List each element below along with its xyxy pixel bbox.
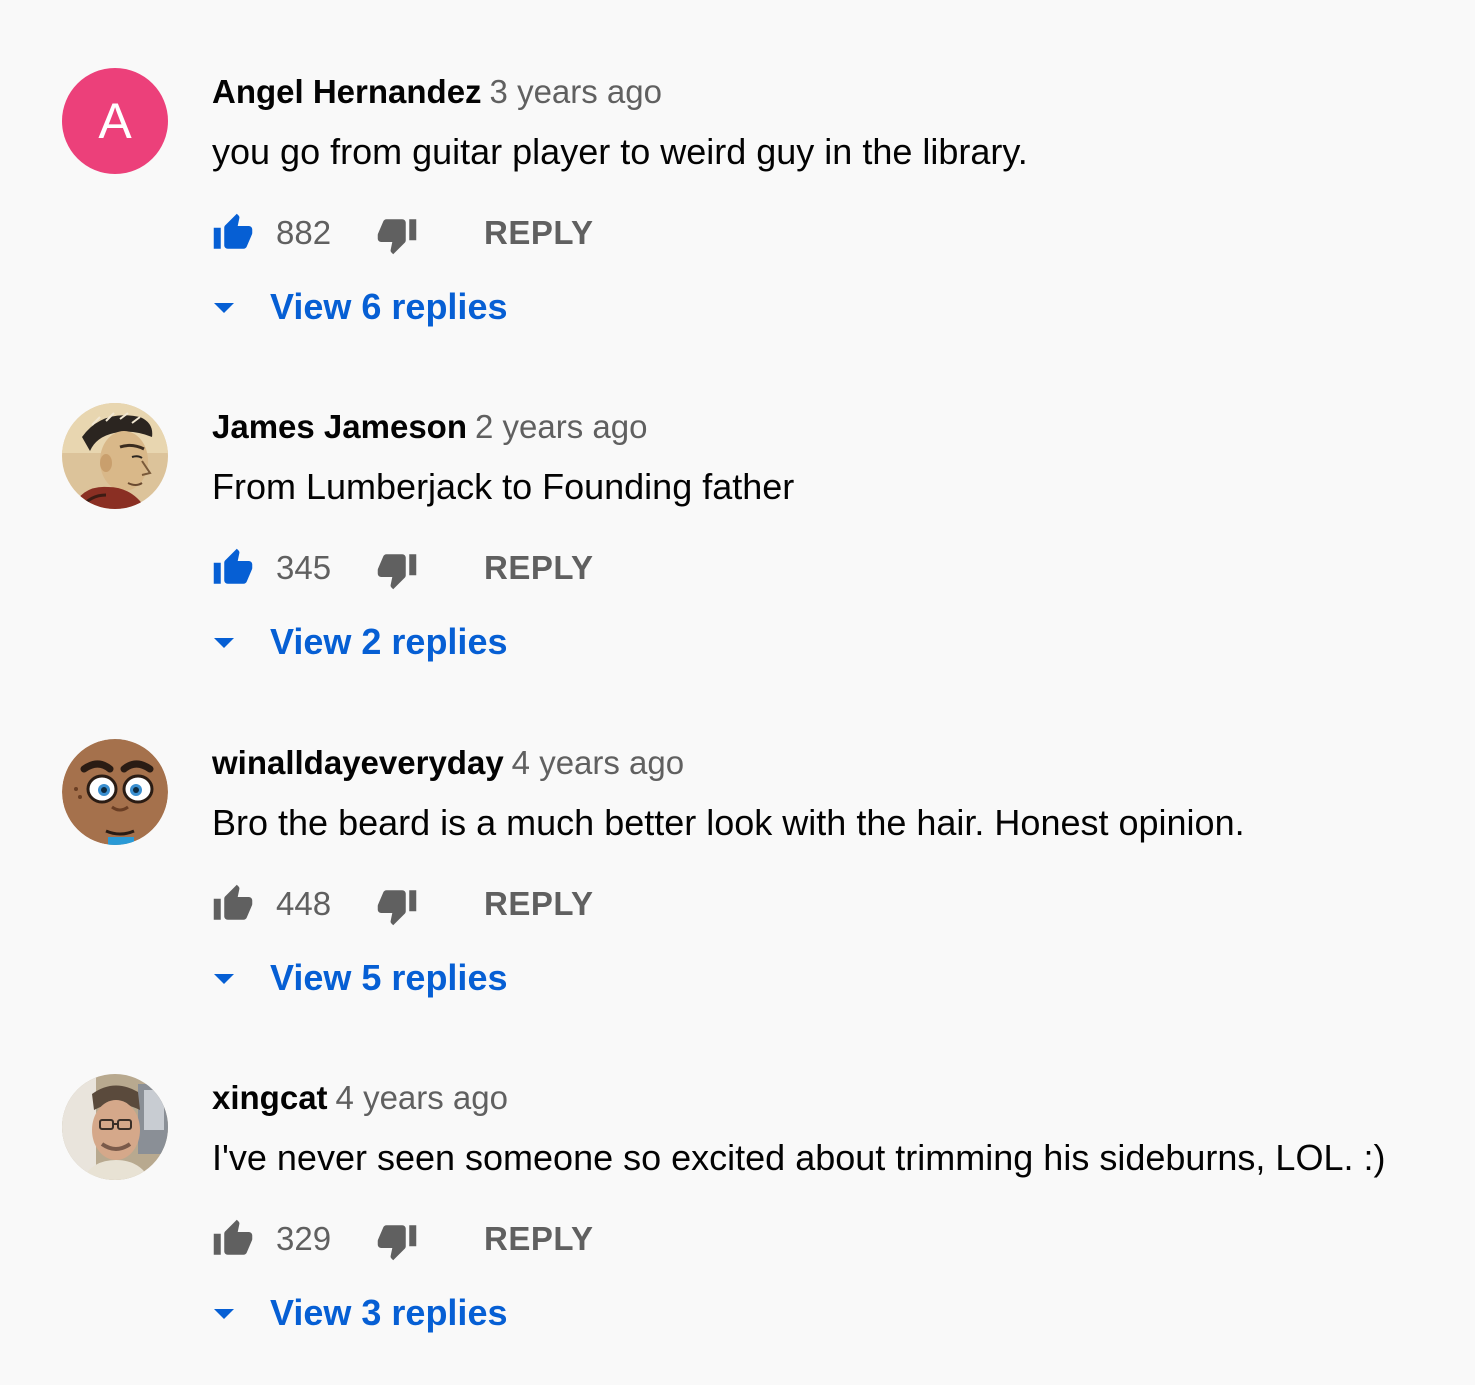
comment-author[interactable]: winalldayeveryday: [212, 744, 504, 781]
caret-down-icon: [214, 974, 234, 984]
view-replies-label: View 2 replies: [270, 621, 508, 662]
comment-header: James Jameson 2 years ago: [212, 405, 647, 449]
avatar[interactable]: [62, 403, 168, 509]
like-button[interactable]: [212, 212, 254, 254]
thumbs-up-icon: [213, 213, 253, 249]
like-button[interactable]: [212, 883, 254, 925]
avatar[interactable]: [62, 739, 168, 845]
like-button[interactable]: [212, 1218, 254, 1260]
dislike-button[interactable]: [376, 885, 418, 927]
comment-thread: winalldayeveryday 4 years ago Bro the bea…: [0, 671, 1475, 1006]
view-replies-label: View 3 replies: [270, 1292, 508, 1333]
reply-button[interactable]: REPLY: [484, 545, 594, 591]
comment-timestamp[interactable]: 4 years ago: [512, 744, 684, 781]
comment-header: xingcat 4 years ago: [212, 1076, 508, 1120]
photo-avatar-icon: [62, 1074, 168, 1180]
comment-author[interactable]: Angel Hernandez: [212, 73, 482, 110]
comment-text: you go from guitar player to weird guy i…: [212, 131, 1028, 172]
avatar[interactable]: A: [62, 68, 168, 174]
dislike-button[interactable]: [376, 1220, 418, 1262]
view-replies-button[interactable]: View 5 replies: [212, 953, 612, 1003]
comment-thread: James Jameson 2 years ago From Lumberjack…: [0, 335, 1475, 670]
comment-text: Bro the beard is a much better look with…: [212, 802, 1245, 843]
view-replies-label: View 6 replies: [270, 286, 508, 327]
comment-header: Angel Hernandez 3 years ago: [212, 70, 662, 114]
avatar-letter: A: [98, 93, 132, 149]
like-count: 882: [276, 214, 332, 251]
comment-timestamp[interactable]: 2 years ago: [475, 408, 647, 445]
view-replies-label: View 5 replies: [270, 957, 508, 998]
like-count: 345: [276, 549, 332, 586]
view-replies-button[interactable]: View 3 replies: [212, 1288, 612, 1338]
dislike-button[interactable]: [376, 214, 418, 256]
reply-button[interactable]: REPLY: [484, 881, 594, 927]
comment-action-bar: 448 REPLY: [212, 881, 812, 927]
reply-button[interactable]: REPLY: [484, 1216, 594, 1262]
thumbs-up-icon: [213, 548, 253, 584]
illustrated-profile-avatar-icon: [62, 403, 168, 509]
comment-timestamp[interactable]: 3 years ago: [490, 73, 662, 110]
thumbs-down-icon: [377, 890, 417, 926]
cartoon-face-avatar-icon: [62, 739, 168, 845]
comment-thread: A Angel Hernandez 3 years ago you go from…: [0, 0, 1475, 335]
comment-author[interactable]: James Jameson: [212, 408, 467, 445]
comment-author[interactable]: xingcat: [212, 1079, 328, 1116]
like-count: 448: [276, 885, 332, 922]
thumbs-down-icon: [377, 219, 417, 255]
comment-thread: xingcat 4 years ago I've never seen someo…: [0, 1006, 1475, 1341]
reply-button[interactable]: REPLY: [484, 210, 594, 256]
view-replies-button[interactable]: View 6 replies: [212, 282, 612, 332]
comment-text: I've never seen someone so excited about…: [212, 1137, 1386, 1178]
caret-down-icon: [214, 303, 234, 313]
like-count: 329: [276, 1220, 332, 1257]
thumbs-up-icon: [213, 884, 253, 920]
comment-action-bar: 345 REPLY: [212, 545, 812, 591]
comment-timestamp[interactable]: 4 years ago: [336, 1079, 508, 1116]
like-button[interactable]: [212, 547, 254, 589]
caret-down-icon: [214, 638, 234, 648]
thumbs-down-icon: [377, 554, 417, 590]
avatar[interactable]: [62, 1074, 168, 1180]
comment-header: winalldayeveryday 4 years ago: [212, 741, 684, 785]
comment-text: From Lumberjack to Founding father: [212, 466, 795, 507]
comment-action-bar: 882 REPLY: [212, 210, 812, 256]
dislike-button[interactable]: [376, 549, 418, 591]
view-replies-button[interactable]: View 2 replies: [212, 617, 612, 667]
comment-action-bar: 329 REPLY: [212, 1216, 812, 1262]
thumbs-up-icon: [213, 1219, 253, 1255]
thumbs-down-icon: [377, 1225, 417, 1261]
caret-down-icon: [214, 1309, 234, 1319]
